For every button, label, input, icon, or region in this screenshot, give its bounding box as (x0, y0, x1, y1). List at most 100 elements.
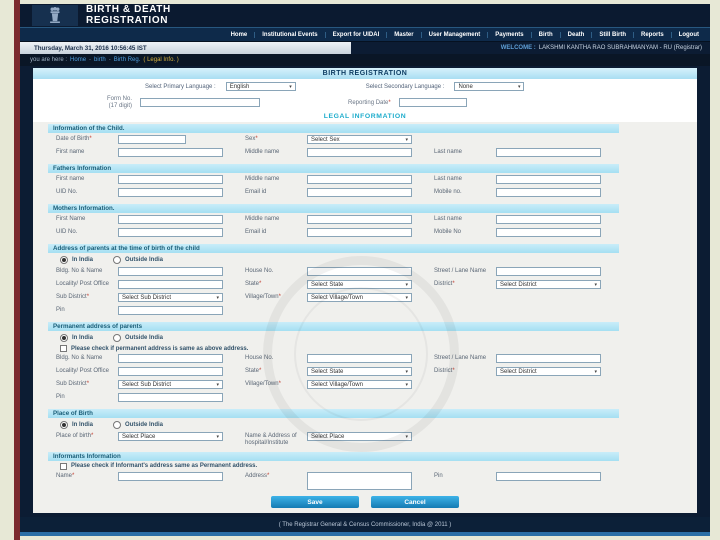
input-first-name[interactable] (118, 148, 223, 157)
radio-option-outside-india[interactable]: Outside India (113, 334, 163, 342)
radio-option-outside-india[interactable]: Outside India (113, 256, 163, 264)
nav-item-export-for-uidai[interactable]: Export for UIDAI (324, 31, 387, 38)
form-no-input[interactable] (140, 98, 261, 107)
label-first-name: First name (56, 149, 85, 155)
breadcrumb-links: Home - birth - Birth Reg. (70, 57, 140, 63)
input-date-of-birth[interactable] (118, 135, 186, 144)
radio-in-india-icon[interactable] (60, 334, 68, 342)
input-house-no[interactable] (307, 267, 412, 276)
radio-option-in-india[interactable]: In India (60, 256, 93, 264)
select-state[interactable]: Select State ▾ (307, 367, 412, 376)
checkbox-please-check-if-informant-s-address-[interactable] (60, 462, 67, 470)
section-body: In India Outside India Place of birth* Sele… (48, 418, 619, 449)
input-pin[interactable] (118, 306, 223, 315)
select-sub-district[interactable]: Select Sub District ▾ (118, 293, 223, 302)
select-sex[interactable]: Select Sex ▾ (307, 135, 412, 144)
input-middle-name[interactable] (307, 175, 412, 184)
input-last-name[interactable] (496, 148, 601, 157)
select-district[interactable]: Select District ▾ (496, 367, 601, 376)
input-bldg-no-name[interactable] (118, 267, 223, 276)
label-email-id: Email id (245, 189, 267, 195)
field-row: Sub District* Select Sub District ▾ Village… (56, 293, 617, 304)
radio-group-permanent-address-of-parents: In India Outside India (56, 333, 617, 343)
radio-option-outside-india[interactable]: Outside India (113, 421, 163, 429)
input-locality-post-office[interactable] (118, 367, 223, 376)
input-uid-no[interactable] (118, 188, 223, 197)
input-locality-post-office[interactable] (118, 280, 223, 289)
datetime-text: Thursday, March 31, 2016 10:56:45 IST (34, 44, 147, 52)
radio-option-in-india[interactable]: In India (60, 421, 93, 429)
secondary-language-select[interactable]: None ▾ (454, 82, 525, 91)
radio-group-address-of-parents-at-the-time-of-birth-of-the-child: In India Outside India (56, 255, 617, 265)
nav-item-master[interactable]: Master (386, 31, 420, 38)
input-last-name[interactable] (496, 215, 601, 224)
nav-item-still-birth[interactable]: Still Birth (591, 31, 633, 38)
nav-menu: Home Institutional Events Export for UIDAI… (20, 27, 710, 42)
input-bldg-no-name[interactable] (118, 354, 223, 363)
input-first-name[interactable] (118, 175, 223, 184)
label-last-name: Last name (434, 176, 463, 182)
select-place-of-birth[interactable]: Select Place ▾ (118, 432, 223, 441)
chevron-down-icon: ▾ (405, 294, 408, 301)
input-email-id[interactable] (307, 188, 412, 197)
cancel-button[interactable]: Cancel (371, 496, 459, 508)
section-body: First Name Middle name Last name UID No. Ema… (48, 213, 619, 241)
input-uid-no[interactable] (118, 228, 223, 237)
radio-outside-india-icon[interactable] (113, 256, 121, 264)
select-district[interactable]: Select District ▾ (496, 280, 601, 289)
chevron-down-icon: ▾ (405, 433, 408, 440)
input-house-no[interactable] (307, 354, 412, 363)
radio-outside-india-icon[interactable] (113, 334, 121, 342)
save-button[interactable]: Save (271, 496, 359, 508)
label-mobile-no: Mobile No (434, 229, 462, 235)
nav-item-logout[interactable]: Logout (670, 31, 706, 38)
select-state[interactable]: Select State ▾ (307, 280, 412, 289)
nav-item-reports[interactable]: Reports (633, 31, 671, 38)
site-title: BIRTH & DEATH REGISTRATION (86, 4, 171, 26)
label-bldg-no-name: Bldg. No & Name (56, 268, 103, 274)
input-name[interactable] (118, 471, 223, 481)
input-middle-name[interactable] (307, 215, 412, 224)
nav-item-home[interactable]: Home (224, 32, 255, 38)
input-first-name[interactable] (118, 215, 223, 224)
field-middle-name: Middle name (245, 215, 428, 226)
label-village-town: Village/Town* (245, 294, 281, 300)
nav-item-user-management[interactable]: User Management (420, 31, 488, 38)
breadcrumb-link-birth-reg[interactable]: Birth Reg. (114, 57, 141, 63)
input-street-lane-name[interactable] (496, 267, 601, 276)
input-street-lane-name[interactable] (496, 354, 601, 363)
label-name-address-of-hospital-institute: Name & Address of hospital/Institute (245, 433, 297, 446)
radio-outside-india-icon[interactable] (113, 421, 121, 429)
section-body: Please check if Informant's address same… (48, 461, 619, 492)
field-state: State* Select State ▾ (245, 367, 428, 378)
input-mobile-no[interactable] (496, 188, 601, 197)
reporting-date-input[interactable] (398, 98, 467, 107)
section-information-of-the-child: Information of the Child. Date of Birth* S… (48, 124, 619, 161)
radio-in-india-icon[interactable] (60, 421, 68, 429)
breadcrumb-link-birth[interactable]: birth (94, 57, 106, 63)
field-row: Place of birth* Select Place ▾ Name & Addre… (56, 432, 617, 447)
nav-item-birth[interactable]: Birth (530, 31, 560, 38)
input-middle-name[interactable] (307, 148, 412, 157)
textarea-address[interactable] (307, 471, 412, 490)
input-mobile-no[interactable] (496, 228, 601, 237)
radio-label-outside-india: Outside India (125, 422, 164, 428)
checkbox-please-check-if-permanent-address-is[interactable] (60, 345, 67, 352)
primary-language-select[interactable]: English ▾ (225, 82, 296, 91)
input-email-id[interactable] (307, 228, 412, 237)
select-sub-district[interactable]: Select Sub District ▾ (118, 380, 223, 389)
nav-item-payments[interactable]: Payments (487, 31, 530, 38)
select-name-address-of-hospital-institute[interactable]: Select Place ▾ (307, 432, 412, 441)
nav-item-death[interactable]: Death (559, 31, 592, 38)
select-village-town[interactable]: Select Village/Town ▾ (307, 380, 412, 389)
nav-item-institutional-events[interactable]: Institutional Events (254, 31, 324, 38)
select-village-town[interactable]: Select Village/Town ▾ (307, 293, 412, 302)
form-sections: Information of the Child. Date of Birth* S… (33, 122, 697, 493)
input-pin[interactable] (118, 393, 223, 402)
input-pin[interactable] (496, 471, 601, 481)
select-value: Select Sub District (122, 294, 172, 301)
radio-in-india-icon[interactable] (60, 256, 68, 264)
input-last-name[interactable] (496, 175, 601, 184)
radio-option-in-india[interactable]: In India (60, 334, 93, 342)
breadcrumb-link-home[interactable]: Home (70, 57, 86, 63)
